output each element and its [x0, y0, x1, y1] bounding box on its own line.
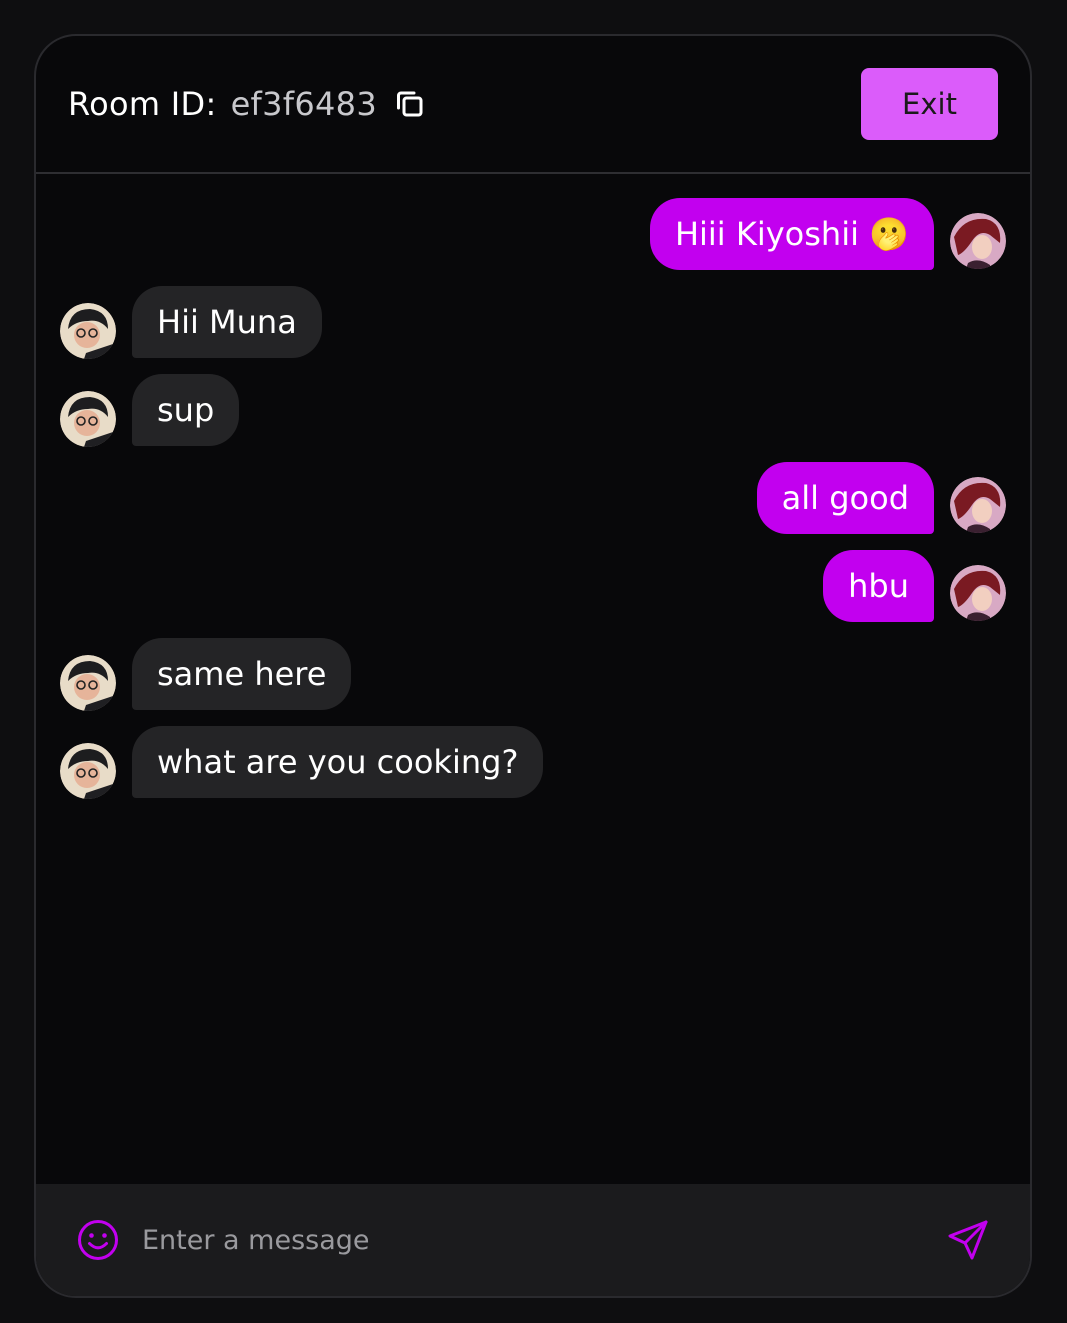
message-row: all good [36, 462, 1030, 534]
chat-header: Room ID: ef3f6483 Exit [36, 36, 1030, 174]
message-bubble-received: same here [132, 638, 352, 710]
avatar-self [950, 565, 1006, 621]
message-row: what are you cooking? [36, 726, 1030, 799]
avatar-self [950, 477, 1006, 533]
chat-window: Room ID: ef3f6483 Exit Hiii Kiyoshii 🫢 H… [34, 34, 1032, 1298]
exit-button[interactable]: Exit [861, 68, 998, 140]
room-id-label: Room ID: [68, 85, 217, 123]
message-text: same here [157, 655, 327, 693]
avatar-other [60, 743, 116, 799]
avatar-other [60, 303, 116, 359]
message-row: same here [36, 638, 1030, 711]
avatar-other [60, 391, 116, 447]
message-bubble-sent: all good [756, 462, 934, 534]
message-text: what are you cooking? [157, 743, 519, 781]
message-row: Hii Muna [36, 286, 1030, 359]
message-text: hbu [848, 567, 909, 605]
message-text: Hii Muna [157, 303, 297, 341]
message-list: Hiii Kiyoshii 🫢 Hii Muna sup all good hb… [36, 174, 1030, 1186]
message-row: hbu [36, 550, 1030, 622]
copy-icon[interactable] [393, 87, 427, 121]
smiley-icon[interactable] [76, 1218, 120, 1262]
message-bubble-received: Hii Muna [132, 286, 322, 358]
message-row: sup [36, 374, 1030, 447]
avatar-self [950, 213, 1006, 269]
send-icon[interactable] [944, 1216, 992, 1264]
message-input[interactable] [142, 1212, 922, 1268]
message-bubble-sent: hbu [823, 550, 934, 622]
message-text: Hiii Kiyoshii 🫢 [674, 215, 909, 253]
room-id-value: ef3f6483 [230, 85, 377, 123]
avatar-other [60, 655, 116, 711]
message-bubble-received: sup [132, 374, 240, 446]
message-row: Hiii Kiyoshii 🫢 [36, 198, 1030, 270]
message-bubble-received: what are you cooking? [132, 726, 544, 798]
message-bubble-sent: Hiii Kiyoshii 🫢 [649, 198, 934, 270]
message-text: all good [781, 479, 909, 517]
message-text: sup [157, 391, 215, 429]
message-composer [36, 1184, 1030, 1296]
